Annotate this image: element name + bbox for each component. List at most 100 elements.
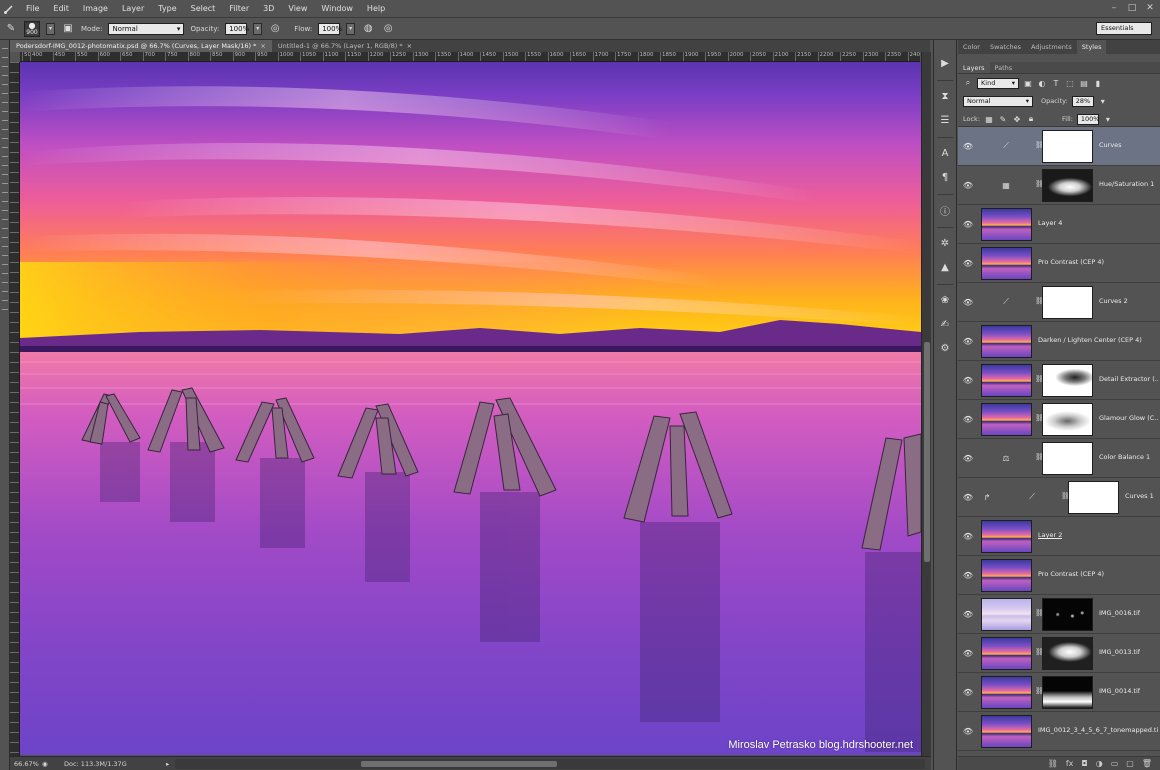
layer-mask-thumbnail[interactable] <box>1042 130 1093 163</box>
layer-name[interactable]: IMG_0012_3_4_5_6_7_tonemapped.tif <box>1038 726 1158 734</box>
menu-edit[interactable]: Edit <box>46 0 76 18</box>
blend-mode-select[interactable]: Normal ▾ <box>963 95 1033 107</box>
visibility-eye-icon[interactable]: 👁︎ <box>958 649 978 658</box>
mode-select[interactable]: Normal ▾ <box>108 22 185 35</box>
play-icon[interactable]: ▶ <box>936 54 954 72</box>
tool-presets-icon[interactable]: ⚙ <box>936 339 954 357</box>
menu-help[interactable]: Help <box>360 0 392 18</box>
layer-name[interactable]: Color Balance 1 <box>1099 453 1150 461</box>
mask-link-icon[interactable]: ⛓ <box>1035 687 1044 697</box>
layer-mask-thumbnail[interactable] <box>1042 286 1093 319</box>
add-mask-icon[interactable]: ◘ <box>1081 759 1087 768</box>
mask-link-icon[interactable]: ⛓ <box>1035 414 1044 424</box>
layer-name[interactable]: Curves <box>1099 141 1122 149</box>
vertical-scrollbar[interactable] <box>921 52 931 756</box>
info-icon[interactable]: ⓘ <box>936 201 954 219</box>
layer-row[interactable]: 👁︎ ⛓ Detail Extractor (... <box>958 361 1160 400</box>
mask-link-icon[interactable]: ⛓ <box>1035 141 1044 151</box>
layer-name[interactable]: IMG_0016.tif <box>1099 609 1140 617</box>
fill-input[interactable]: 100% <box>1076 113 1099 125</box>
visibility-eye-icon[interactable]: 👁︎ <box>958 571 978 580</box>
histogram-icon[interactable]: ▲ <box>936 258 954 276</box>
layer-mask-thumbnail[interactable] <box>1042 442 1093 475</box>
visibility-eye-icon[interactable]: 👁︎ <box>958 610 978 619</box>
link-layers-icon[interactable]: ⛓ <box>1048 759 1058 768</box>
brush-panel-icon[interactable]: ▣ <box>61 22 75 36</box>
layer-mask-thumbnail[interactable] <box>1068 481 1119 514</box>
lock-image-icon[interactable]: ✎ <box>998 114 1008 124</box>
layer-thumbnail[interactable] <box>981 403 1032 436</box>
brush-preset-icon[interactable]: ✎ <box>4 22 18 36</box>
layer-row[interactable]: 👁︎ ▦ ⛓ Hue/Saturation 1 <box>958 166 1160 205</box>
curves-adjustment-icon[interactable]: ⟋ <box>1000 297 1012 307</box>
tab-color[interactable]: Color <box>958 40 985 54</box>
layer-mask-thumbnail[interactable] <box>1042 169 1093 202</box>
tab-swatches[interactable]: Swatches <box>985 40 1026 54</box>
layer-thumbnail[interactable] <box>981 715 1032 748</box>
workspace-select[interactable]: Essentials <box>1096 22 1152 35</box>
kind-select[interactable]: Kind ▾ <box>977 77 1019 89</box>
layer-row[interactable]: 👁︎ Layer 4 <box>958 205 1160 244</box>
layer-opacity-dropdown-icon[interactable]: ▾ <box>1098 96 1108 106</box>
brush-picker-dropdown-icon[interactable]: ▾ <box>46 22 55 35</box>
status-menu-arrow-icon[interactable]: ▸ <box>166 760 169 768</box>
layer-thumbnail[interactable] <box>981 598 1032 631</box>
visibility-eye-icon[interactable]: 👁︎ <box>958 142 978 151</box>
menu-view[interactable]: View <box>281 0 314 18</box>
visibility-eye-icon[interactable]: 👁︎ <box>958 298 978 307</box>
filter-shape-icon[interactable]: ⬚ <box>1065 78 1075 88</box>
layer-thumbnail[interactable] <box>981 676 1032 709</box>
navigator-icon[interactable]: ✲ <box>936 234 954 252</box>
menu-image[interactable]: Image <box>76 0 115 18</box>
visibility-eye-icon[interactable]: 👁︎ <box>958 688 978 697</box>
layer-row[interactable]: 👁︎ Layer 2 <box>958 517 1160 556</box>
character-icon[interactable]: A <box>936 144 954 162</box>
layer-mask-thumbnail[interactable] <box>1042 403 1093 436</box>
layer-name[interactable]: Pro Contrast (CEP 4) <box>1038 570 1104 578</box>
mask-link-icon[interactable]: ⛓ <box>1035 180 1044 190</box>
layer-name[interactable]: Curves 2 <box>1099 297 1128 305</box>
mask-link-icon[interactable]: ⛓ <box>1035 609 1044 619</box>
paragraph-icon[interactable]: ¶ <box>936 168 954 186</box>
layer-row[interactable]: 👁︎ ↱ ⟋ ⛓ Curves 1 <box>958 478 1160 517</box>
brush-tool-icon[interactable] <box>3 3 15 15</box>
delete-layer-icon[interactable]: 🗑︎ <box>1142 759 1152 768</box>
layer-mask-thumbnail[interactable] <box>1042 676 1093 709</box>
layer-style-icon[interactable]: fx <box>1066 759 1074 768</box>
layer-name[interactable]: IMG_0014.tif <box>1099 687 1140 695</box>
mask-link-icon[interactable]: ⛓ <box>1035 375 1044 385</box>
layer-opacity-input[interactable]: 28% <box>1071 95 1094 107</box>
layer-name[interactable]: Layer 4 <box>1038 219 1062 227</box>
layer-thumbnail[interactable] <box>981 325 1032 358</box>
properties-icon[interactable]: ☰ <box>936 111 954 129</box>
lock-all-icon[interactable]: 🔒︎ <box>1026 114 1036 124</box>
new-group-icon[interactable]: ▭ <box>1111 759 1119 768</box>
fill-dropdown-icon[interactable]: ▾ <box>1103 114 1113 124</box>
menu-file[interactable]: File <box>19 0 46 18</box>
brush-size-picker[interactable]: ● 900 <box>24 20 40 37</box>
minimize-icon[interactable]: – <box>1108 2 1120 14</box>
layer-thumbnail[interactable] <box>981 559 1032 592</box>
tab-styles[interactable]: Styles <box>1076 40 1107 54</box>
mask-link-icon[interactable]: ⛓ <box>1061 492 1070 502</box>
visibility-eye-icon[interactable]: 👁︎ <box>958 337 978 346</box>
status-info-icon[interactable]: ◉ <box>42 760 54 768</box>
airbrush-icon[interactable]: ◍ <box>361 22 375 36</box>
menu-select[interactable]: Select <box>184 0 223 18</box>
filter-pixel-icon[interactable]: ▣ <box>1023 78 1033 88</box>
layer-row[interactable]: 👁︎ Darken / Lighten Center (CEP 4) <box>958 322 1160 361</box>
layer-row[interactable]: 👁︎ ⟋ ⛓ Curves 2 <box>958 283 1160 322</box>
layer-thumbnail[interactable] <box>981 247 1032 280</box>
layer-name[interactable]: Detail Extractor (... <box>1099 375 1158 383</box>
hue-saturation-icon[interactable]: ▦ <box>1000 180 1012 190</box>
filter-toggle-icon[interactable]: ▮ <box>1093 78 1103 88</box>
layer-row[interactable]: 👁︎ ⛓ Glamour Glow (C... <box>958 400 1160 439</box>
layer-row[interactable]: 👁︎ ⚖ ⛓ Color Balance 1 <box>958 439 1160 478</box>
visibility-eye-icon[interactable]: 👁︎ <box>958 532 978 541</box>
layer-thumbnail[interactable] <box>981 520 1032 553</box>
channels-icon[interactable]: ❀ <box>936 291 954 309</box>
filter-type-icon[interactable]: T <box>1051 78 1061 88</box>
document-canvas[interactable]: Miroslav Petrasko blog.hdrshooter.net <box>20 62 921 755</box>
layer-row[interactable]: 👁︎ Pro Contrast (CEP 4) <box>958 556 1160 595</box>
visibility-eye-icon[interactable]: 👁︎ <box>958 220 978 229</box>
